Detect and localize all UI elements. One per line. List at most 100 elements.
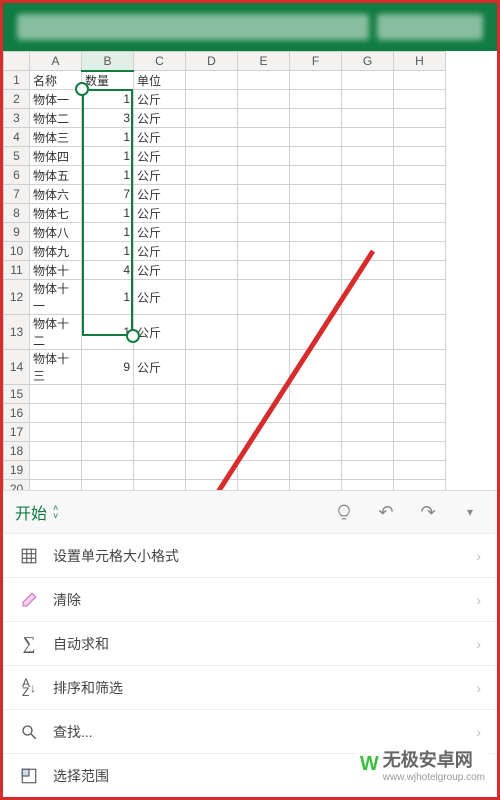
cell-E3[interactable] [238, 109, 290, 128]
cell-A1[interactable]: 名称 [30, 71, 82, 90]
cell-H2[interactable] [394, 90, 446, 109]
menu-clear[interactable]: 清除› [3, 577, 497, 621]
cell-B18[interactable] [82, 442, 134, 461]
cell-H5[interactable] [394, 147, 446, 166]
cell-E16[interactable] [238, 404, 290, 423]
row-header[interactable]: 2 [4, 90, 30, 109]
cell-B5[interactable]: 1 [82, 147, 134, 166]
cell-C13[interactable]: 公斤 [134, 315, 186, 350]
cell-H19[interactable] [394, 461, 446, 480]
cell-G7[interactable] [342, 185, 394, 204]
cell-D14[interactable] [186, 350, 238, 385]
cell-D4[interactable] [186, 128, 238, 147]
cell-H8[interactable] [394, 204, 446, 223]
cell-A13[interactable]: 物体十二 [30, 315, 82, 350]
cell-C5[interactable]: 公斤 [134, 147, 186, 166]
col-header-G[interactable]: G [342, 52, 394, 71]
cell-F14[interactable] [290, 350, 342, 385]
cell-G1[interactable] [342, 71, 394, 90]
cell-E19[interactable] [238, 461, 290, 480]
row-header[interactable]: 6 [4, 166, 30, 185]
cell-A12[interactable]: 物体十一 [30, 280, 82, 315]
cell-G8[interactable] [342, 204, 394, 223]
ribbon-tab-switcher[interactable]: 开始 ˄˅ [15, 500, 58, 524]
cell-A9[interactable]: 物体八 [30, 223, 82, 242]
cell-F10[interactable] [290, 242, 342, 261]
cell-C19[interactable] [134, 461, 186, 480]
cell-G12[interactable] [342, 280, 394, 315]
cell-A4[interactable]: 物体三 [30, 128, 82, 147]
cell-A6[interactable]: 物体五 [30, 166, 82, 185]
cell-F7[interactable] [290, 185, 342, 204]
row-header[interactable]: 15 [4, 385, 30, 404]
cell-B4[interactable]: 1 [82, 128, 134, 147]
cell-H14[interactable] [394, 350, 446, 385]
cell-G6[interactable] [342, 166, 394, 185]
spreadsheet-area[interactable]: ABCDEFGH1名称数量单位2物体一1公斤3物体二3公斤4物体三1公斤5物体四… [3, 51, 497, 537]
col-header-F[interactable]: F [290, 52, 342, 71]
col-header-B[interactable]: B [82, 52, 134, 71]
cell-F3[interactable] [290, 109, 342, 128]
cell-F18[interactable] [290, 442, 342, 461]
cell-G5[interactable] [342, 147, 394, 166]
cell-D15[interactable] [186, 385, 238, 404]
cell-F4[interactable] [290, 128, 342, 147]
cell-A19[interactable] [30, 461, 82, 480]
row-header[interactable]: 16 [4, 404, 30, 423]
cell-G19[interactable] [342, 461, 394, 480]
cell-H9[interactable] [394, 223, 446, 242]
cell-B2[interactable]: 1 [82, 90, 134, 109]
cell-A10[interactable]: 物体九 [30, 242, 82, 261]
cell-E6[interactable] [238, 166, 290, 185]
row-header[interactable]: 3 [4, 109, 30, 128]
cell-E17[interactable] [238, 423, 290, 442]
cell-A7[interactable]: 物体六 [30, 185, 82, 204]
menu-cell-size-format[interactable]: 设置单元格大小格式› [3, 533, 497, 577]
cell-F11[interactable] [290, 261, 342, 280]
cell-E12[interactable] [238, 280, 290, 315]
cell-D1[interactable] [186, 71, 238, 90]
redo-button[interactable]: ↷ [413, 497, 443, 527]
cell-C3[interactable]: 公斤 [134, 109, 186, 128]
row-header[interactable]: 7 [4, 185, 30, 204]
cell-H11[interactable] [394, 261, 446, 280]
row-header[interactable]: 18 [4, 442, 30, 461]
row-header[interactable]: 19 [4, 461, 30, 480]
cell-B9[interactable]: 1 [82, 223, 134, 242]
cell-G18[interactable] [342, 442, 394, 461]
cell-F5[interactable] [290, 147, 342, 166]
cell-E9[interactable] [238, 223, 290, 242]
cell-C15[interactable] [134, 385, 186, 404]
cell-C18[interactable] [134, 442, 186, 461]
cell-D10[interactable] [186, 242, 238, 261]
cell-H15[interactable] [394, 385, 446, 404]
cell-D12[interactable] [186, 280, 238, 315]
cell-E5[interactable] [238, 147, 290, 166]
cell-H7[interactable] [394, 185, 446, 204]
cell-B11[interactable]: 4 [82, 261, 134, 280]
cell-A8[interactable]: 物体七 [30, 204, 82, 223]
cell-H4[interactable] [394, 128, 446, 147]
cell-G11[interactable] [342, 261, 394, 280]
cell-D16[interactable] [186, 404, 238, 423]
cell-A14[interactable]: 物体十三 [30, 350, 82, 385]
cell-G9[interactable] [342, 223, 394, 242]
cell-D9[interactable] [186, 223, 238, 242]
cell-C16[interactable] [134, 404, 186, 423]
cell-B10[interactable]: 1 [82, 242, 134, 261]
cell-E8[interactable] [238, 204, 290, 223]
cell-C4[interactable]: 公斤 [134, 128, 186, 147]
cell-A18[interactable] [30, 442, 82, 461]
cell-G3[interactable] [342, 109, 394, 128]
cell-G16[interactable] [342, 404, 394, 423]
row-header[interactable]: 10 [4, 242, 30, 261]
cell-D3[interactable] [186, 109, 238, 128]
cell-B15[interactable] [82, 385, 134, 404]
cell-F15[interactable] [290, 385, 342, 404]
cell-E2[interactable] [238, 90, 290, 109]
cell-D18[interactable] [186, 442, 238, 461]
cell-E11[interactable] [238, 261, 290, 280]
row-header[interactable]: 14 [4, 350, 30, 385]
cell-E10[interactable] [238, 242, 290, 261]
cell-G2[interactable] [342, 90, 394, 109]
